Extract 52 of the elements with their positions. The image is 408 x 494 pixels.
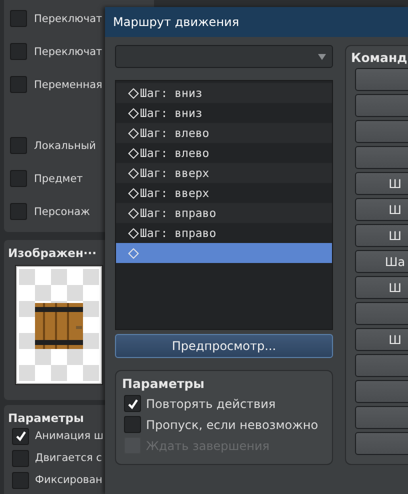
command-button[interactable]: Ш (355, 276, 408, 299)
checkbox-label: Пропуск, если невозможно (146, 418, 318, 432)
diamond-icon (128, 108, 139, 118)
checkbox[interactable] (124, 395, 141, 412)
checkbox[interactable] (12, 450, 29, 466)
list-item[interactable]: Шаг: вниз (116, 83, 332, 103)
diamond-icon (128, 228, 139, 238)
checkbox[interactable] (10, 203, 27, 220)
diamond-icon (128, 188, 139, 198)
command-button[interactable]: Ш (355, 172, 408, 195)
check-icon (126, 398, 138, 410)
checkbox[interactable] (124, 416, 141, 433)
checkbox[interactable] (12, 428, 29, 444)
list-item[interactable]: Шаг: влево (116, 123, 332, 143)
checkbox[interactable] (12, 472, 29, 488)
checkbox-label: Повторять действия (146, 396, 276, 410)
checkbox[interactable] (10, 76, 27, 93)
diamond-icon (128, 168, 139, 178)
command-button[interactable]: Ш (355, 224, 408, 247)
diamond-icon (128, 248, 139, 258)
preview-button[interactable]: Предпросмотр... (115, 334, 333, 358)
caret-icon (318, 54, 326, 60)
diamond-icon (128, 148, 139, 158)
checkbox-label: Переключат (34, 46, 102, 58)
checkbox-label: Локальный (34, 140, 96, 152)
group-title: Команд (351, 50, 408, 65)
check-icon (14, 430, 26, 442)
window-title: Маршрут движения (113, 15, 240, 29)
diamond-icon (128, 128, 139, 138)
checkbox[interactable] (10, 170, 27, 187)
diamond-icon (128, 208, 139, 218)
checkbox-label: Анимация ш (35, 430, 104, 442)
panel-title: Параметры (8, 411, 84, 425)
checkbox[interactable] (10, 10, 27, 27)
panel-title: Изображен··· (8, 246, 97, 260)
group-title: Параметры (122, 376, 204, 391)
checkbox-label: Персонаж (34, 206, 90, 218)
dropdown[interactable] (115, 45, 333, 68)
diamond-icon (128, 88, 139, 98)
checkbox-label: Переключат (34, 12, 102, 24)
command-button[interactable]: Ша (355, 250, 408, 273)
checkbox[interactable] (10, 137, 27, 154)
checkbox-label: Двигается с (35, 452, 102, 464)
checkbox-label: Фиксирован (35, 474, 102, 486)
checkbox[interactable] (10, 43, 27, 60)
list-item[interactable]: Шаг: вверх (116, 163, 332, 183)
list-item[interactable] (116, 243, 332, 263)
list-item[interactable]: Шаг: вправо (116, 203, 332, 223)
command-button[interactable]: Ш (355, 198, 408, 221)
command-button[interactable]: Ш (355, 328, 408, 351)
checkbox-label: Предмет (34, 172, 83, 184)
checkbox-label: Переменная (34, 78, 102, 90)
